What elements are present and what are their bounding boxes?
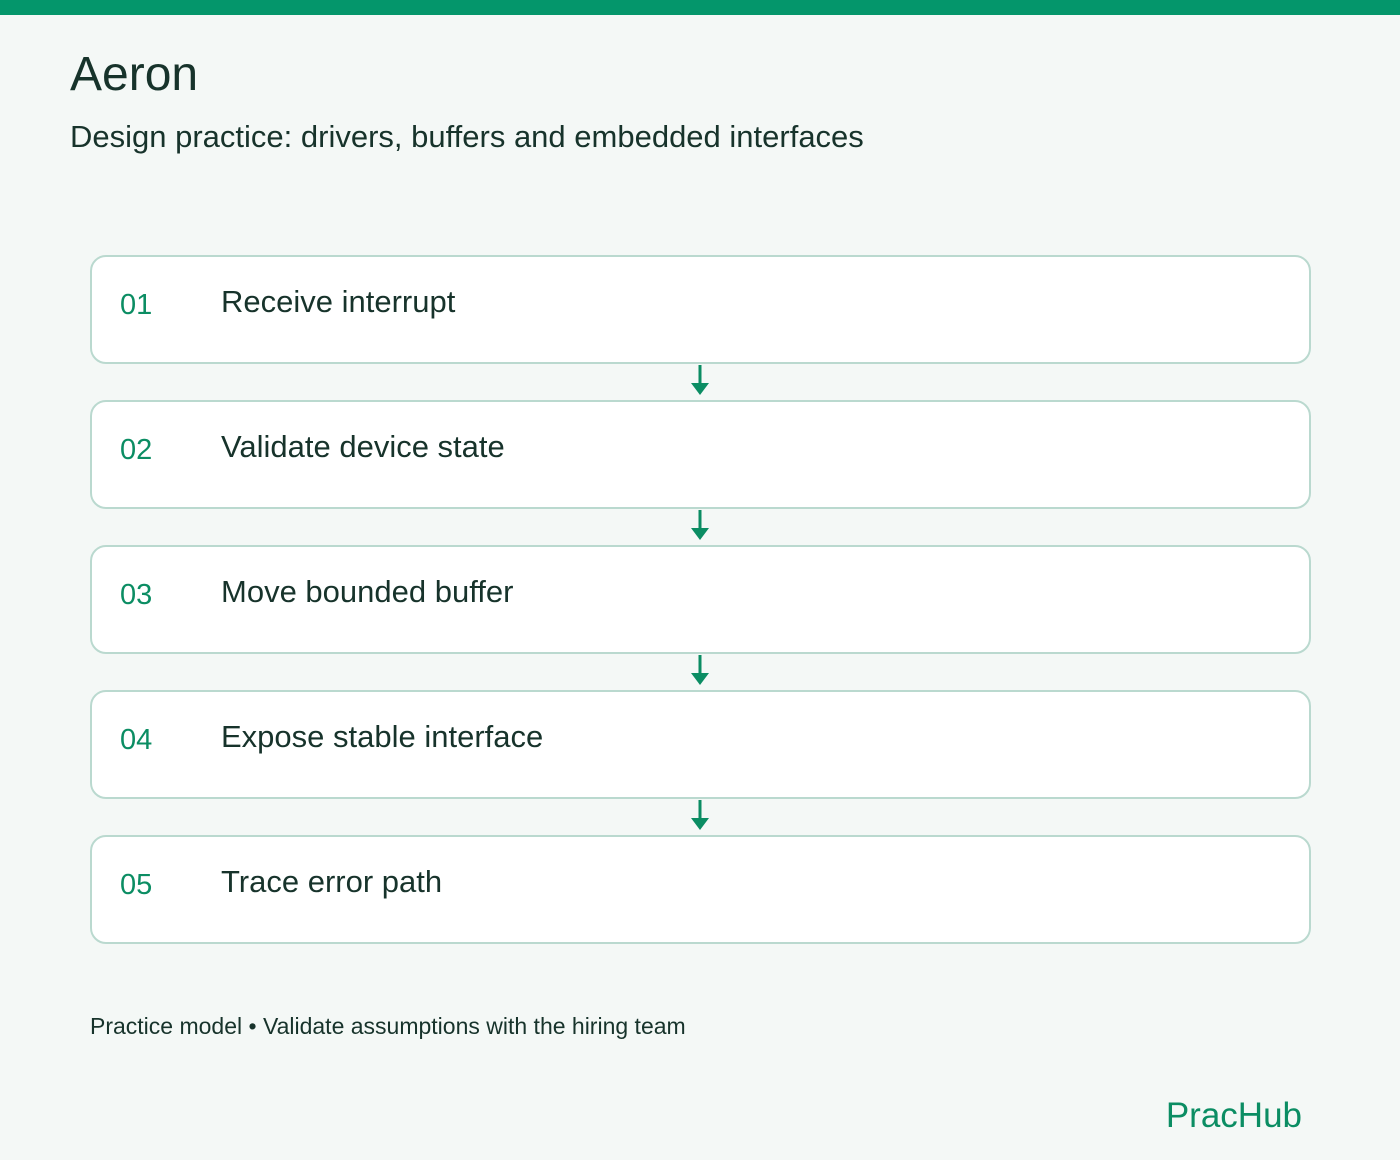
- brand-logo: PracHub: [1165, 1096, 1302, 1135]
- step-card-4: 04 Expose stable interface: [90, 690, 1311, 799]
- step-card-3: 03 Move bounded buffer: [90, 545, 1311, 654]
- step-number: 02: [120, 434, 153, 466]
- arrow-down-icon: [691, 365, 709, 395]
- step-label: Trace error path: [221, 864, 443, 899]
- step-label: Receive interrupt: [221, 284, 456, 319]
- arrow-down-icon: [691, 655, 709, 685]
- step-label: Expose stable interface: [221, 719, 544, 754]
- step-number: 03: [120, 579, 153, 611]
- step-number: 04: [120, 724, 153, 756]
- step-label: Move bounded buffer: [221, 574, 514, 609]
- page-subtitle: Design practice: drivers, buffers and em…: [70, 119, 864, 154]
- arrow-down-icon: [691, 800, 709, 830]
- step-label: Validate device state: [221, 429, 505, 464]
- step-number: 05: [120, 869, 153, 901]
- arrow-down-icon: [691, 510, 709, 540]
- top-accent-bar: [0, 0, 1400, 15]
- step-number: 01: [120, 289, 153, 321]
- step-card-1: 01 Receive interrupt: [90, 255, 1311, 364]
- page-title: Aeron: [70, 48, 199, 101]
- step-card-5: 05 Trace error path: [90, 835, 1311, 944]
- step-card-2: 02 Validate device state: [90, 400, 1311, 509]
- footnote: Practice model • Validate assumptions wi…: [90, 1013, 686, 1039]
